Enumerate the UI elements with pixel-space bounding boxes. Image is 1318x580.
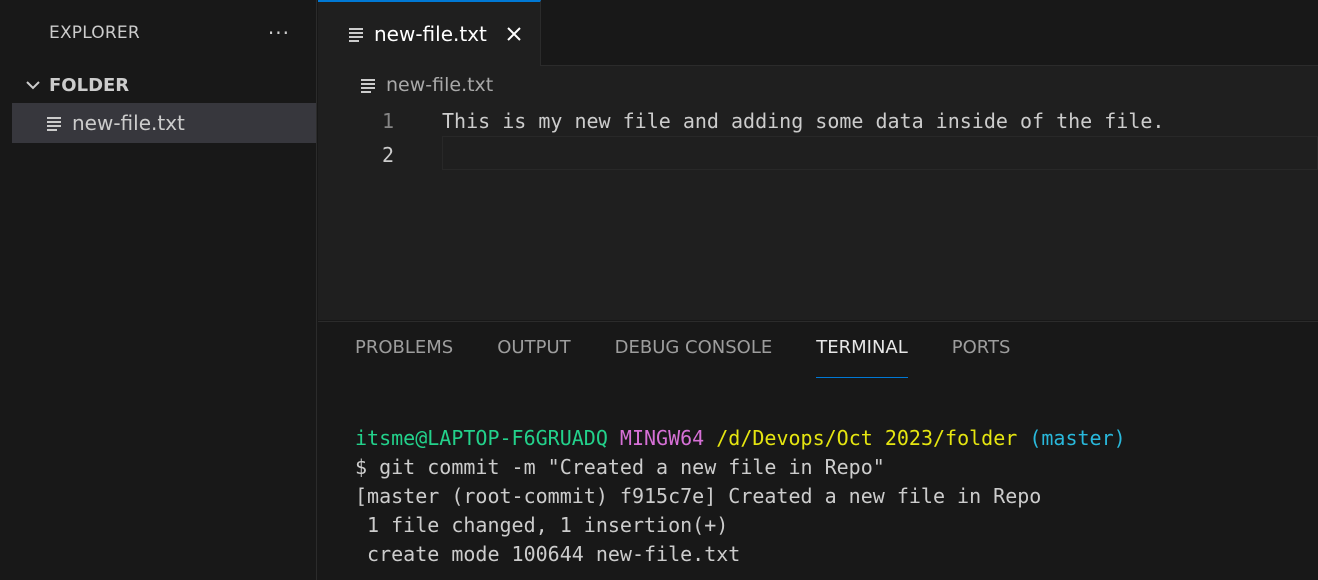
- text-file-icon: [47, 117, 61, 131]
- tab-terminal[interactable]: TERMINAL: [816, 322, 908, 378]
- editor-tab-new-file[interactable]: new-file.txt: [318, 0, 541, 66]
- tab-debug-console[interactable]: DEBUG CONSOLE: [615, 322, 773, 378]
- prompt-user: itsme@LAPTOP-F6GRUADQ: [355, 426, 608, 450]
- file-label: new-file.txt: [72, 111, 185, 135]
- terminal-output-line: [master (root-commit) f915c7e] Created a…: [355, 484, 1042, 508]
- code-line[interactable]: 2: [318, 138, 1318, 172]
- tab-output[interactable]: OUTPUT: [497, 322, 570, 378]
- panel-tab-bar: PROBLEMS OUTPUT DEBUG CONSOLE TERMINAL P…: [318, 322, 1318, 378]
- terminal-output-line: create mode 100644 new-file.txt: [355, 542, 741, 566]
- close-icon[interactable]: [504, 24, 524, 44]
- editor-tab-bar: new-file.txt: [318, 0, 1318, 66]
- code-line[interactable]: 1 This is my new file and adding some da…: [318, 104, 1318, 138]
- explorer-sidebar: EXPLORER ··· FOLDER new-file.txt: [12, 0, 317, 580]
- explorer-header: EXPLORER ···: [12, 0, 316, 66]
- text-file-icon: [361, 79, 375, 93]
- breadcrumb[interactable]: new-file.txt: [318, 66, 1318, 104]
- tab-label: new-file.txt: [374, 22, 487, 46]
- prompt-path: /d/Devops/Oct 2023/folder: [716, 426, 1018, 450]
- line-number: 1: [381, 109, 394, 133]
- folder-tree-item[interactable]: FOLDER: [12, 67, 316, 103]
- bottom-panel: PROBLEMS OUTPUT DEBUG CONSOLE TERMINAL P…: [318, 321, 1318, 580]
- line-number: 2: [381, 143, 394, 167]
- terminal-output-line: 1 file changed, 1 insertion(+): [355, 513, 729, 537]
- prompt-env: MINGW64: [619, 426, 705, 450]
- line-text[interactable]: This is my new file and adding some data…: [442, 109, 1164, 133]
- tab-ports[interactable]: PORTS: [952, 322, 1011, 378]
- tab-problems[interactable]: PROBLEMS: [355, 322, 453, 378]
- code-editor[interactable]: 1 This is my new file and adding some da…: [318, 104, 1318, 172]
- terminal-prompt-line: itsme@LAPTOP-F6GRUADQ MINGW64 /d/Devops/…: [355, 424, 1126, 453]
- chevron-down-icon[interactable]: [22, 74, 44, 96]
- breadcrumb-file-label: new-file.txt: [386, 74, 494, 96]
- folder-label: FOLDER: [49, 74, 130, 96]
- file-tree-item[interactable]: new-file.txt: [12, 103, 316, 143]
- activity-bar-edge: [0, 0, 12, 580]
- terminal-output[interactable]: itsme@LAPTOP-F6GRUADQ MINGW64 /d/Devops/…: [355, 424, 1126, 569]
- terminal-command: $ git commit -m "Created a new file in R…: [355, 455, 885, 479]
- prompt-branch: (master): [1029, 426, 1126, 450]
- more-actions-icon[interactable]: ···: [268, 23, 290, 43]
- editor-area: new-file.txt new-file.txt 1 This is my n…: [318, 0, 1318, 320]
- text-file-icon: [349, 28, 363, 42]
- explorer-title: EXPLORER: [49, 23, 140, 43]
